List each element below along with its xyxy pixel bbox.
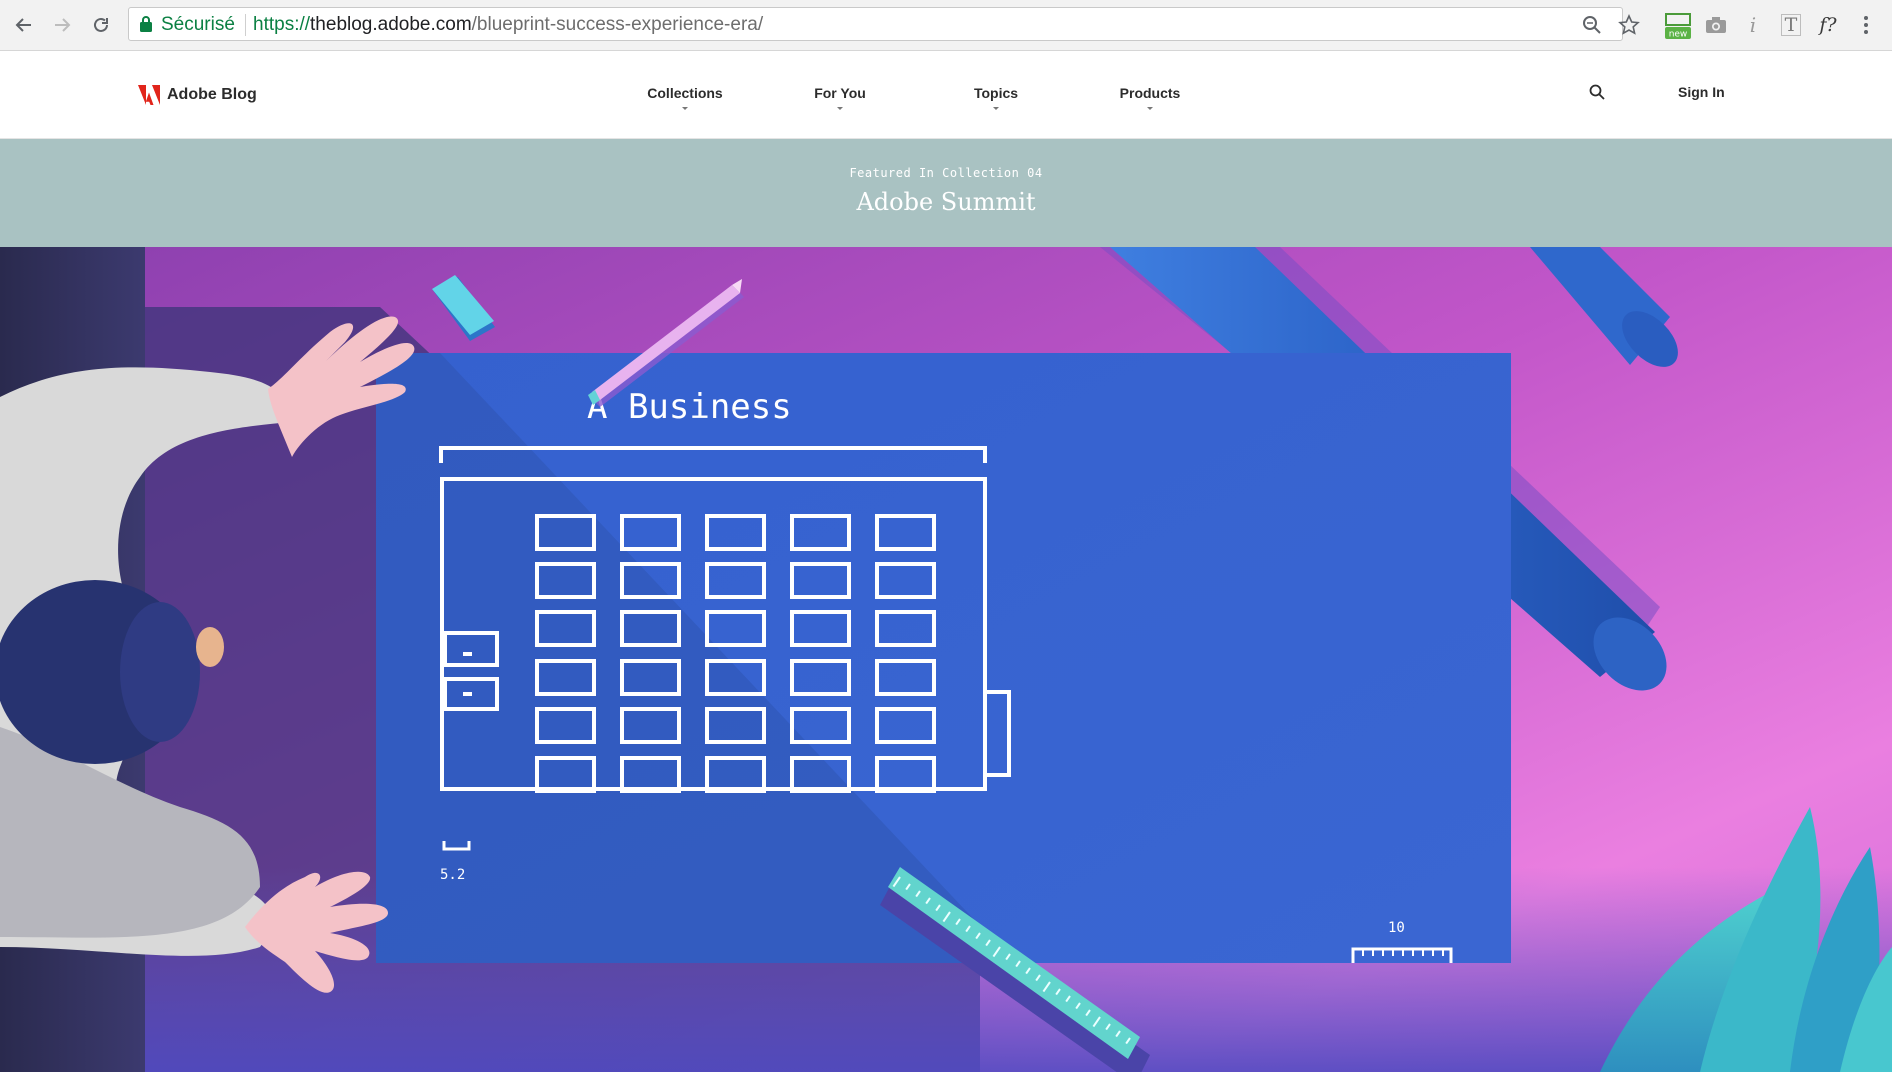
hero-artwork: A Business 5.2 10 — [0, 247, 1892, 1072]
hero-illustration: A Business 5.2 10 — [0, 247, 1892, 1072]
nav-topics-label: Topics — [973, 85, 1019, 101]
nav-for-you[interactable]: For You — [800, 85, 880, 110]
site-header: Adobe Blog Collections For You Topics Pr… — [0, 51, 1892, 139]
browser-menu-button[interactable] — [1851, 10, 1881, 40]
bookmark-star-icon[interactable] — [1617, 13, 1641, 37]
url-text[interactable]: https://theblog.adobe.com/blueprint-succ… — [253, 14, 763, 36]
nav-collections[interactable]: Collections — [645, 85, 725, 110]
camera-icon — [1706, 17, 1726, 33]
logo-text: Adobe Blog — [167, 86, 257, 103]
url-path: /blueprint-success-experience-era/ — [471, 14, 764, 35]
forward-button[interactable] — [47, 10, 77, 40]
text-tool-icon: T — [1780, 14, 1802, 36]
forward-arrow-icon — [55, 18, 71, 32]
url-scheme: https:// — [253, 14, 311, 35]
nav-for-you-label: For You — [814, 85, 866, 101]
chevron-down-icon — [682, 107, 688, 110]
search-icon — [1589, 84, 1605, 100]
new-badge-label: new — [1669, 30, 1688, 40]
adobe-blog-logo[interactable]: Adobe Blog — [138, 85, 257, 105]
address-bar[interactable]: Sécurisé https://theblog.adobe.com/bluep… — [128, 7, 1640, 41]
font-finder-icon: f? — [1819, 14, 1837, 36]
adobe-logo-icon — [138, 85, 160, 105]
collection-kicker: Featured In Collection 04 — [849, 166, 1043, 180]
kebab-menu-icon — [1864, 16, 1868, 34]
chevron-down-icon — [1147, 107, 1153, 110]
extension-new-button[interactable]: new — [1663, 10, 1693, 40]
nav-products-label: Products — [1119, 85, 1181, 101]
url-host: theblog.adobe.com — [310, 14, 472, 35]
screen-capture-icon: new — [1665, 13, 1691, 40]
lock-icon — [139, 15, 153, 38]
info-icon: i — [1749, 13, 1757, 37]
extension-camera-button[interactable] — [1701, 10, 1731, 40]
chevron-down-icon — [993, 107, 999, 110]
right-measure-label: 10 — [1388, 920, 1405, 936]
reload-button[interactable] — [86, 10, 116, 40]
chevron-down-icon — [837, 107, 843, 110]
extension-text-button[interactable]: T — [1776, 10, 1806, 40]
site-search-button[interactable] — [1589, 84, 1605, 105]
nav-collections-label: Collections — [647, 85, 723, 101]
back-arrow-icon — [15, 18, 31, 32]
security-label: Sécurisé — [161, 14, 235, 35]
collection-banner[interactable]: Featured In Collection 04 Adobe Summit — [0, 139, 1892, 247]
nav-topics[interactable]: Topics — [956, 85, 1036, 110]
nav-products[interactable]: Products — [1110, 85, 1190, 110]
back-button[interactable] — [9, 10, 39, 40]
sign-in-link[interactable]: Sign In — [1678, 84, 1725, 100]
left-measure-label: 5.2 — [440, 867, 465, 883]
browser-toolbar: Sécurisé https://theblog.adobe.com/bluep… — [0, 0, 1892, 51]
extension-font-button[interactable]: f? — [1813, 10, 1843, 40]
omnibox-divider — [245, 14, 246, 36]
collection-title: Adobe Summit — [856, 188, 1036, 216]
extension-info-button[interactable]: i — [1738, 10, 1768, 40]
reload-icon — [94, 17, 108, 32]
zoom-icon[interactable] — [1580, 13, 1604, 37]
